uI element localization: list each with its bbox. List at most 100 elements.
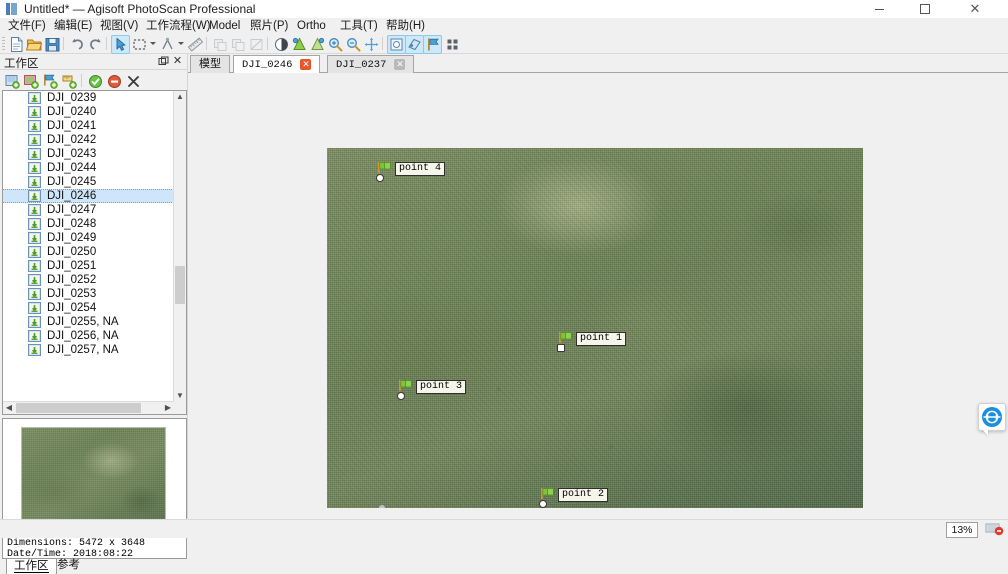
camera-item-icon [28,218,41,230]
list-item[interactable]: DJI_0249 [3,231,174,245]
list-item[interactable]: DJI_0240 [3,105,174,119]
list-item-label: DJI_0251 [47,260,97,272]
undock-icon[interactable] [158,56,169,67]
photo-canvas[interactable]: point 4 point 1 point 3 point 2 [188,73,1008,518]
marker-anchor-dot [539,500,547,508]
copy-points-button[interactable] [211,35,230,54]
photo-dimensions: Dimensions: 5472 x 3648 [7,538,146,549]
list-item[interactable]: DJI_0257, NA [3,343,174,357]
zoom-in-button[interactable] [326,35,345,54]
workspace-tree[interactable]: DJI_0239 DJI_0240 DJI_0241 DJI_0242 DJI_… [2,90,187,415]
undo-button[interactable] [68,35,87,54]
show-shapes-button[interactable] [423,35,442,54]
scroll-right-icon[interactable]: ▶ [162,402,174,414]
menu-model[interactable]: Model [207,19,242,33]
scroll-left-icon[interactable]: ◀ [3,402,15,414]
list-item[interactable]: DJI_0248 [3,217,174,231]
list-item[interactable]: DJI_0255, NA [3,315,174,329]
tab-close-icon[interactable]: ✕ [300,58,312,70]
unlabeled-point-marker[interactable] [378,504,386,508]
menu-workflow[interactable]: 工作流程(W) [144,19,213,33]
list-item[interactable]: DJI_0251 [3,259,174,273]
list-item[interactable]: DJI_0241 [3,119,174,133]
menu-file[interactable]: 文件(F) [6,19,48,33]
scroll-up-icon[interactable]: ▲ [174,91,186,103]
maximize-button[interactable] [904,0,946,18]
zoom-out-button[interactable] [344,35,363,54]
camera-item-icon [28,106,41,118]
tab-model[interactable]: 模型 [190,55,230,73]
close-button[interactable]: ✕ [954,0,996,18]
minimize-button[interactable] [858,0,900,18]
disable-button[interactable] [105,72,124,91]
tab-close-icon[interactable]: ✕ [394,58,406,70]
redo-button[interactable] [86,35,105,54]
add-photos-button[interactable] [22,72,41,91]
teamviewer-tray-icon [985,523,1004,536]
delete-points-button[interactable] [247,35,266,54]
marker-label: point 3 [416,380,467,394]
enable-button[interactable] [86,72,105,91]
list-item[interactable]: DJI_0242 [3,133,174,147]
move-object-button[interactable] [362,35,381,54]
ruler-button[interactable] [186,35,205,54]
remove-items-button[interactable] [124,72,143,91]
rectangle-selection-dropdown-icon[interactable] [150,42,156,45]
menu-photo[interactable]: 照片(P) [248,19,290,33]
tab-dji-0246[interactable]: DJI_0246 ✕ [233,55,321,74]
save-project-button[interactable] [43,35,62,54]
show-grid-button[interactable] [443,35,462,54]
predefined-view-button[interactable] [308,35,327,54]
menu-edit[interactable]: 编辑(E) [52,19,94,33]
toolbar-grip[interactable] [2,37,5,50]
list-item[interactable]: DJI_0244 [3,161,174,175]
show-cameras-button[interactable] [387,35,406,54]
dock-tab-strip: 工作区 参考 [2,558,185,574]
tab-reference[interactable]: 参考 [50,558,87,573]
list-item[interactable]: DJI_0250 [3,245,174,259]
list-item[interactable]: DJI_0254 [3,301,174,315]
new-project-button[interactable] [7,35,26,54]
horizontal-scroll-thumb[interactable] [16,403,141,413]
reset-view-button[interactable] [290,35,309,54]
add-scalebar-button[interactable] [60,72,79,91]
point-tool-button[interactable] [158,35,177,54]
zoom-level-indicator[interactable]: 13% [946,522,978,538]
add-markers-button[interactable] [41,72,60,91]
open-project-button[interactable] [25,35,44,54]
menu-help[interactable]: 帮助(H) [384,19,427,33]
workspace-close-icon[interactable]: ✕ [172,55,183,67]
aerial-forest-photo[interactable]: point 4 point 1 point 3 point 2 [327,148,863,508]
rectangle-selection-button[interactable] [130,35,149,54]
teamviewer-pointer-button[interactable] [978,403,1006,431]
show-markers-button[interactable] [405,35,424,54]
menu-tools[interactable]: 工具(T) [338,19,380,33]
tab-dji-0237[interactable]: DJI_0237 ✕ [327,55,415,73]
list-item[interactable]: DJI_0247 [3,203,174,217]
navigation-cursor-button[interactable] [111,35,130,54]
teamviewer-float-widget[interactable] [978,403,1006,437]
tree-horizontal-scrollbar[interactable]: ◀ ▶ [3,401,174,414]
view-tab-bar: 模型 DJI_0246 ✕ DJI_0237 ✕ [188,54,1008,74]
tab-model-label: 模型 [199,58,221,70]
list-item[interactable]: DJI_0245 [3,175,174,189]
list-item-selected[interactable]: DJI_0246 [3,189,174,203]
teamviewer-tray-button[interactable] [985,522,1005,536]
menu-view[interactable]: 视图(V) [98,19,140,33]
scroll-down-icon[interactable]: ▼ [174,390,186,402]
point-tool-dropdown-icon[interactable] [178,42,184,45]
shading-button[interactable] [272,35,291,54]
main-view-area: 模型 DJI_0246 ✕ DJI_0237 ✕ point 4 point 1… [188,54,1008,518]
tab-workspace[interactable]: 工作区 [6,558,57,574]
paste-points-button[interactable] [229,35,248,54]
vertical-scroll-thumb[interactable] [175,266,185,304]
list-item-label: DJI_0246 [47,190,97,202]
add-chunk-button[interactable] [3,72,22,91]
list-item[interactable]: DJI_0256, NA [3,329,174,343]
menu-ortho[interactable]: Ortho [295,19,328,33]
list-item[interactable]: DJI_0253 [3,287,174,301]
tree-vertical-scrollbar[interactable]: ▲ ▼ [173,91,186,402]
list-item[interactable]: DJI_0243 [3,147,174,161]
list-item[interactable]: DJI_0239 [3,91,174,105]
list-item[interactable]: DJI_0252 [3,273,174,287]
